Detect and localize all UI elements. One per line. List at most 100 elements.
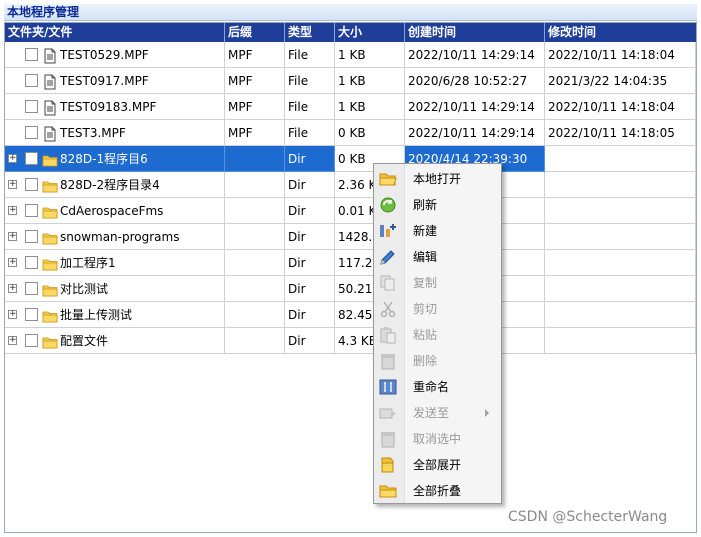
- menu-item-trash: 删除: [374, 348, 501, 374]
- item-name: 配置文件: [60, 334, 109, 348]
- name-cell: TEST09183.MPF: [5, 94, 225, 120]
- ext-cell: MPF: [225, 94, 285, 120]
- menu-item-collapse-all[interactable]: 全部折叠: [374, 478, 501, 504]
- deselect-icon: [378, 429, 398, 449]
- item-name: snowman-programs: [60, 230, 180, 244]
- menu-item-expand-all[interactable]: 全部展开: [374, 452, 501, 478]
- pencil-icon: [378, 247, 398, 267]
- folder-row[interactable]: +批量上传测试Dir82.45 I31: [5, 302, 696, 328]
- folder-row[interactable]: +对比测试Dir50.21 I30: [5, 276, 696, 302]
- expand-toggle-icon[interactable]: +: [8, 284, 17, 293]
- file-icon: [42, 73, 58, 90]
- file-icon: [42, 47, 58, 64]
- row-checkbox[interactable]: [25, 334, 38, 347]
- column-header-ext[interactable]: 后缀: [225, 23, 285, 42]
- file-row[interactable]: TEST0917.MPF MPF File 1 KB 2020/6/28 10:52:2…: [5, 68, 696, 94]
- menu-item-pencil[interactable]: 编辑: [374, 244, 501, 270]
- folder-icon: [42, 333, 58, 349]
- modified-cell: 2021/3/22 14:04:35: [545, 68, 696, 94]
- send-icon: [378, 403, 398, 423]
- expand-toggle-icon[interactable]: +: [8, 336, 17, 345]
- column-header-type[interactable]: 类型: [285, 23, 335, 42]
- modified-cell: [545, 198, 696, 224]
- refresh-icon: [378, 195, 398, 215]
- trash-icon: [378, 351, 398, 371]
- name-cell: + 配置文件: [5, 328, 225, 354]
- folder-icon: [42, 203, 58, 219]
- menu-item-label: 重命名: [413, 380, 450, 394]
- row-checkbox[interactable]: [25, 100, 38, 113]
- folder-row[interactable]: +snowman-programsDir1428.030: [5, 224, 696, 250]
- item-name: CdAerospaceFms: [60, 204, 164, 218]
- type-cell: Dir: [285, 250, 335, 276]
- name-cell: + snowman-programs: [5, 224, 225, 250]
- folder-icon: [42, 281, 58, 297]
- menu-item-label: 复制: [413, 276, 438, 290]
- expand-toggle-icon[interactable]: +: [8, 180, 17, 189]
- type-cell: Dir: [285, 276, 335, 302]
- ext-cell: MPF: [225, 42, 285, 68]
- name-cell: TEST0529.MPF: [5, 42, 225, 68]
- row-checkbox[interactable]: [25, 152, 38, 165]
- item-name: 批量上传测试: [60, 308, 133, 322]
- folder-row[interactable]: +828D-1程序目6 Dir 0 KB 2020/4/14 22:39:30: [5, 146, 696, 172]
- ext-cell: [225, 276, 285, 302]
- row-checkbox[interactable]: [25, 282, 38, 295]
- row-checkbox[interactable]: [25, 230, 38, 243]
- column-header-name[interactable]: 文件夹/文件: [5, 23, 225, 42]
- grid-header: 文件夹/文件 后缀 类型 大小 创建时间 修改时间: [5, 23, 696, 42]
- context-menu: 本地打开 刷新 新建 编辑 复制 剪切 粘贴 删除 重命名 发送至 取消选中 全部展开 全部折叠: [373, 163, 502, 504]
- menu-item-refresh[interactable]: 刷新: [374, 192, 501, 218]
- menu-item-scissors: 剪切: [374, 296, 501, 322]
- folder-icon: [42, 229, 58, 245]
- row-checkbox[interactable]: [25, 48, 38, 61]
- expand-toggle-icon[interactable]: +: [8, 310, 17, 319]
- modified-cell: [545, 302, 696, 328]
- name-cell: +828D-1程序目6: [5, 146, 225, 172]
- expand-toggle-icon[interactable]: +: [8, 154, 17, 163]
- folder-row[interactable]: +828D-2程序目录4Dir2.36 K30: [5, 172, 696, 198]
- row-checkbox[interactable]: [25, 74, 38, 87]
- file-grid[interactable]: 文件夹/文件 后缀 类型 大小 创建时间 修改时间 TEST0529.MPF MP…: [4, 22, 697, 533]
- folder-row[interactable]: +加工程序1Dir117.2631: [5, 250, 696, 276]
- expand-toggle-icon[interactable]: +: [8, 206, 17, 215]
- modified-cell: [545, 328, 696, 354]
- modified-cell: [545, 276, 696, 302]
- folder-row[interactable]: +CdAerospaceFmsDir0.01 K16: [5, 198, 696, 224]
- row-checkbox[interactable]: [25, 178, 38, 191]
- row-checkbox[interactable]: [25, 204, 38, 217]
- modified-cell: [545, 172, 696, 198]
- name-cell: + CdAerospaceFms: [5, 198, 225, 224]
- menu-item-label: 取消选中: [413, 432, 462, 446]
- size-cell: 1 KB: [335, 94, 405, 120]
- menu-item-paste: 粘贴: [374, 322, 501, 348]
- column-header-created[interactable]: 创建时间: [405, 23, 545, 42]
- folder-icon: [42, 255, 58, 271]
- created-cell: 2020/6/28 10:52:27: [405, 68, 545, 94]
- scissors-icon: [378, 299, 398, 319]
- item-name: TEST0529.MPF: [60, 48, 149, 62]
- column-header-size[interactable]: 大小: [335, 23, 405, 42]
- menu-item-rename[interactable]: 重命名: [374, 374, 501, 400]
- menu-item-label: 粘贴: [413, 328, 438, 342]
- menu-item-new-item[interactable]: 新建: [374, 218, 501, 244]
- ext-cell: [225, 250, 285, 276]
- menu-item-folder-open[interactable]: 本地打开: [374, 166, 501, 192]
- row-checkbox[interactable]: [25, 126, 38, 139]
- expand-toggle-icon[interactable]: +: [8, 258, 17, 267]
- file-row[interactable]: TEST09183.MPF MPF File 1 KB 2022/10/11 14:29…: [5, 94, 696, 120]
- name-cell: +828D-2程序目录4: [5, 172, 225, 198]
- expand-toggle-icon[interactable]: +: [8, 232, 17, 241]
- name-cell: TEST0917.MPF: [5, 68, 225, 94]
- column-header-modified[interactable]: 修改时间: [545, 23, 696, 42]
- watermark: CSDN @SchecterWang: [508, 509, 668, 525]
- row-checkbox[interactable]: [25, 256, 38, 269]
- type-cell: Dir: [285, 302, 335, 328]
- item-name: TEST09183.MPF: [60, 100, 157, 114]
- menu-item-label: 新建: [413, 224, 438, 238]
- folder-row[interactable]: +配置文件Dir4.3 KB31: [5, 328, 696, 354]
- file-row[interactable]: TEST0529.MPF MPF File 1 KB 2022/10/11 14:29:…: [5, 42, 696, 68]
- file-row[interactable]: TEST3.MPF MPF File 0 KB 2022/10/11 14:29:14 2…: [5, 120, 696, 146]
- modified-cell: [545, 224, 696, 250]
- row-checkbox[interactable]: [25, 308, 38, 321]
